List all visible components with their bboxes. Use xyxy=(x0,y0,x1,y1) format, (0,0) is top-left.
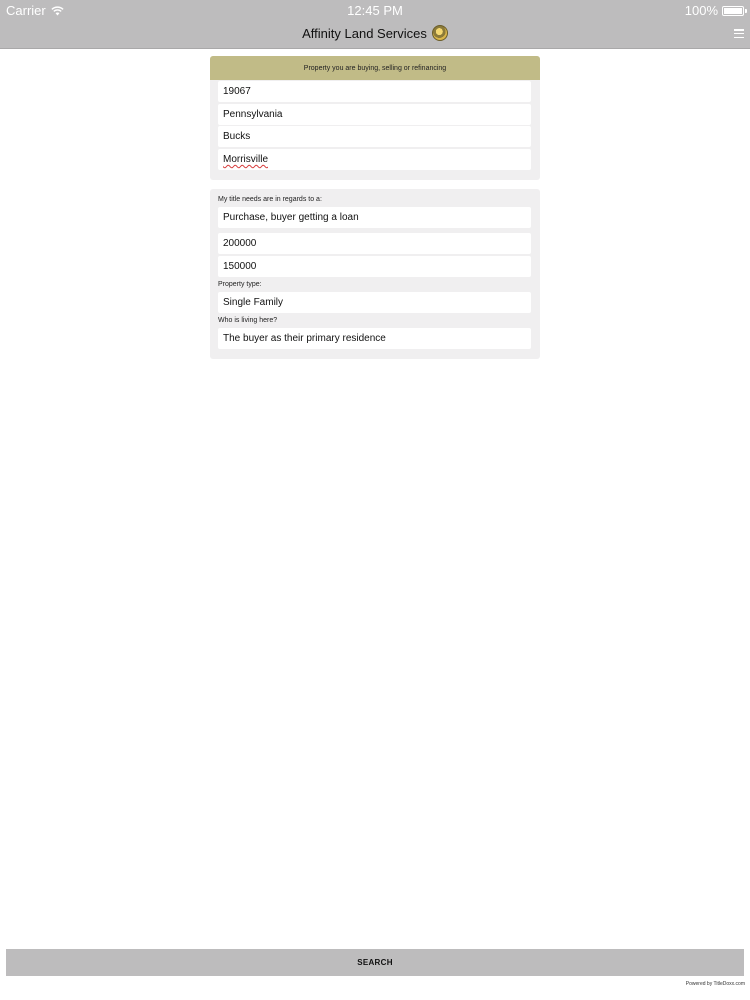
property-panel-header: Property you are buying, selling or refi… xyxy=(210,56,540,80)
battery-label: 100% xyxy=(684,3,718,18)
occupancy-select[interactable]: The buyer as their primary residence xyxy=(218,328,531,349)
powered-by-text: Powered by TitleDoxx.com xyxy=(685,981,745,987)
battery-icon xyxy=(722,5,747,16)
occupancy-label: Who is living here? xyxy=(218,317,278,324)
property-panel: Property you are buying, selling or refi… xyxy=(210,56,540,180)
zip-field[interactable]: 19067 xyxy=(218,81,531,102)
page-title: Affinity Land Services xyxy=(302,25,427,41)
nav-bar: Affinity Land Services xyxy=(0,20,750,49)
city-field[interactable]: Morrisville xyxy=(218,149,531,170)
state-field[interactable]: Pennsylvania xyxy=(218,104,531,125)
purchase-price-field[interactable]: 200000 xyxy=(218,233,531,254)
property-type-select[interactable]: Single Family xyxy=(218,292,531,313)
nav-title-group: Affinity Land Services xyxy=(0,25,750,41)
menu-icon[interactable] xyxy=(734,29,744,38)
search-button[interactable]: SEARCH xyxy=(6,949,744,976)
property-type-label: Property type: xyxy=(218,281,262,288)
title-needs-select[interactable]: Purchase, buyer getting a loan xyxy=(218,207,531,228)
loan-amount-field[interactable]: 150000 xyxy=(218,256,531,277)
status-bar: Carrier 12:45 PM 100% xyxy=(0,0,750,20)
title-needs-panel: My title needs are in regards to a: Purc… xyxy=(210,189,540,359)
status-time: 12:45 PM xyxy=(347,3,403,18)
title-needs-label: My title needs are in regards to a: xyxy=(218,196,322,203)
battery-group: 100% xyxy=(684,3,747,18)
county-field[interactable]: Bucks xyxy=(218,126,531,147)
logo-icon xyxy=(431,25,448,41)
